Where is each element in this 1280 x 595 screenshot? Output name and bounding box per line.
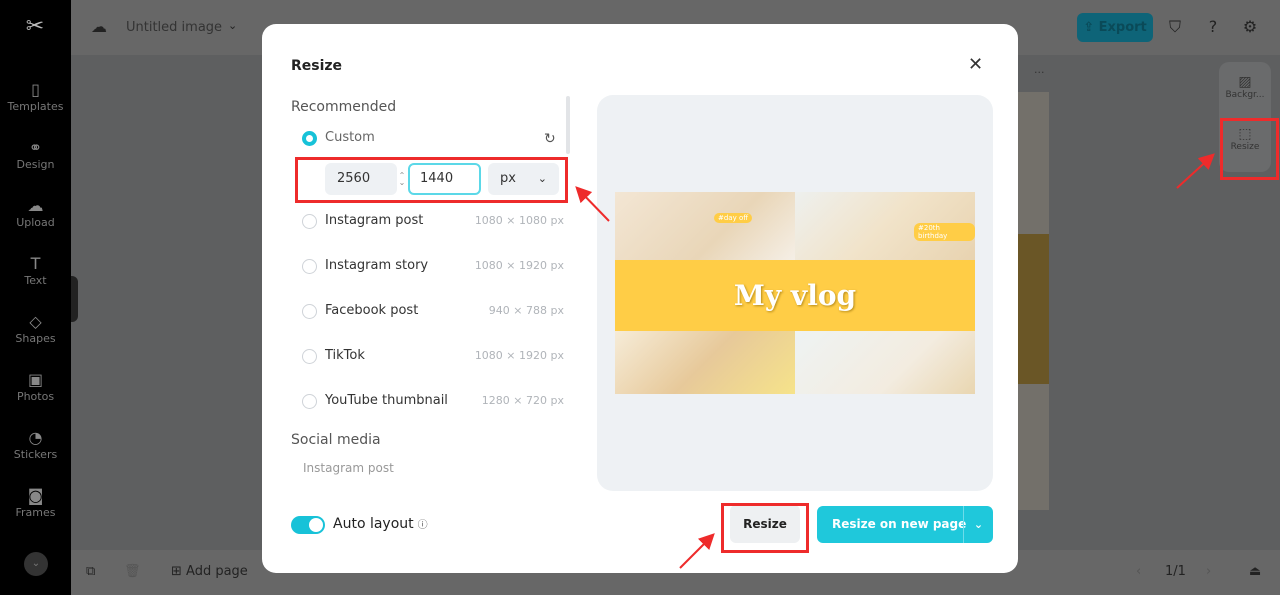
- annotation-arrows: [575, 153, 1215, 569]
- arrow: [679, 533, 715, 569]
- arrow: [575, 186, 610, 222]
- arrow: [1176, 153, 1215, 189]
